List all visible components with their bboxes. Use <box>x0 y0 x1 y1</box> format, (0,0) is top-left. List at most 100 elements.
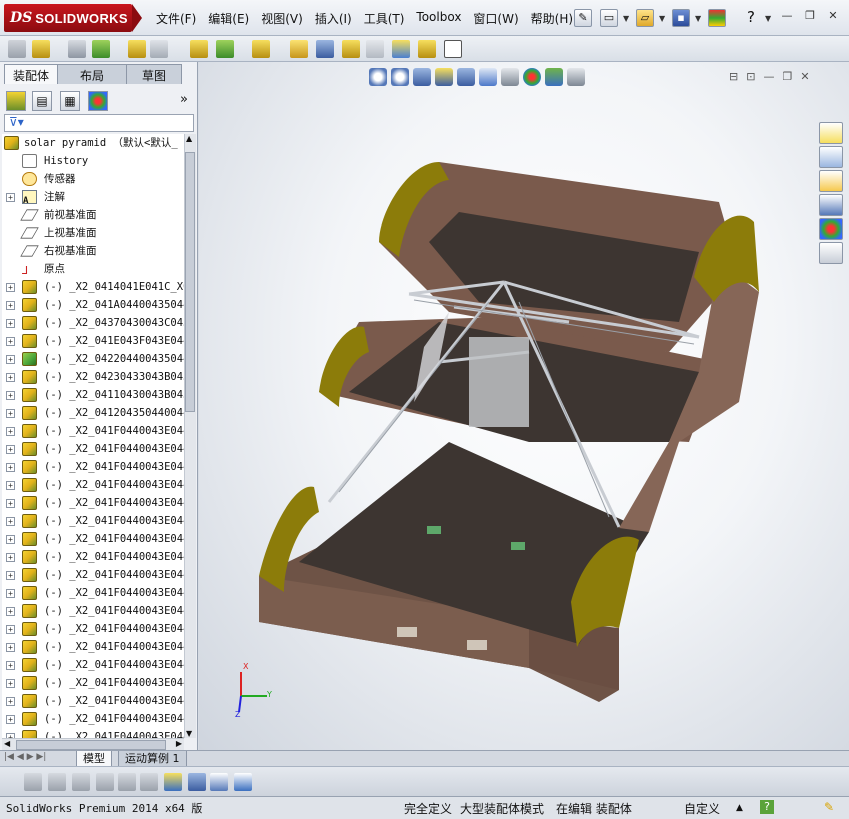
play-from-start-icon[interactable] <box>48 773 66 791</box>
expand-icon[interactable]: + <box>6 319 15 328</box>
units-dropdown-icon[interactable]: ▲ <box>736 803 743 813</box>
solidworks-resources-icon[interactable] <box>819 122 843 144</box>
tree-item[interactable]: + (-) _X2_041F0440043E044 <box>2 476 184 494</box>
status-units-custom[interactable]: 自定义 <box>684 800 720 817</box>
open-dropdown-icon[interactable]: ▼ <box>659 14 665 23</box>
tree-item[interactable]: + (-) _X2_041F0440043E044 <box>2 548 184 566</box>
new-dropdown-icon[interactable]: ▼ <box>623 14 629 23</box>
linear-pattern-icon[interactable] <box>92 40 110 58</box>
quick-tips-help-icon[interactable]: ? <box>760 800 774 814</box>
view-palette-icon[interactable] <box>819 194 843 216</box>
minimize-button[interactable]: — <box>780 9 794 23</box>
expand-icon[interactable]: + <box>6 679 15 688</box>
clearance-verification-icon[interactable] <box>418 40 436 58</box>
scroll-down-icon[interactable]: ▼ <box>186 729 192 738</box>
tree-item[interactable]: + (-) _X2_041F0440043E044 <box>2 710 184 728</box>
tree-item[interactable]: + (-) _X2_041F0440043E044 <box>2 656 184 674</box>
tree-item[interactable]: + (-) _X2_04110430043B043 <box>2 386 184 404</box>
tree-horizontal-scroll-thumb[interactable] <box>16 740 166 750</box>
custom-properties-icon[interactable] <box>819 242 843 264</box>
save-dropdown-icon[interactable]: ▼ <box>695 14 701 23</box>
tree-item[interactable]: + (-) _X2_041F0440043E044 <box>2 494 184 512</box>
tree-item[interactable]: + (-) _X2_041F0440043E044 <box>2 566 184 584</box>
expand-icon[interactable]: + <box>6 427 15 436</box>
expand-icon[interactable]: + <box>6 643 15 652</box>
tree-item[interactable]: + A 注解 <box>2 188 184 206</box>
insert-components-icon[interactable] <box>8 40 26 58</box>
open-icon[interactable]: ▱ <box>636 9 654 27</box>
assembly-features-icon[interactable] <box>216 40 234 58</box>
tree-item[interactable]: + (-) _X2_041F0440043E044 <box>2 692 184 710</box>
tree-item[interactable]: + (-) _X2_041F0440043E044 <box>2 584 184 602</box>
help-icon[interactable]: ? <box>742 9 760 27</box>
results-plots-icon[interactable] <box>164 773 182 791</box>
tree-item[interactable]: History <box>2 152 184 170</box>
feature-manager-icon[interactable] <box>6 91 26 111</box>
filter-icon[interactable]: ⊽▾ <box>9 115 24 129</box>
expand-icon[interactable]: + <box>6 535 15 544</box>
appearances-icon[interactable] <box>819 218 843 240</box>
expand-icon[interactable]: + <box>6 589 15 598</box>
tree-item[interactable]: + (-) _X2_0414041E041C_X0 <box>2 278 184 296</box>
tab-layout[interactable]: 布局 <box>57 64 128 84</box>
tab-nav-arrows-icon[interactable]: |◀ ◀ ▶ ▶| <box>4 752 46 762</box>
menu-help[interactable]: 帮助(H) <box>525 8 579 29</box>
display-manager-icon[interactable] <box>88 91 108 111</box>
expand-icon[interactable]: + <box>6 355 15 364</box>
play-icon[interactable] <box>72 773 90 791</box>
expand-icon[interactable]: + <box>6 409 15 418</box>
configuration-manager-icon[interactable]: ▦ <box>60 91 80 111</box>
tab-assembly[interactable]: 装配体 <box>4 64 59 84</box>
explode-line-sketch-icon[interactable] <box>366 40 384 58</box>
menu-view[interactable]: 视图(V) <box>255 8 309 29</box>
move-component-icon[interactable] <box>150 40 168 58</box>
scroll-up-icon[interactable]: ▲ <box>186 134 192 143</box>
motion-study-properties-icon[interactable] <box>188 773 206 791</box>
tree-item[interactable]: + (-) _X2_041F0440043E044 <box>2 620 184 638</box>
tree-item[interactable]: + (-) _X2_041F0440043E044 <box>2 440 184 458</box>
expand-panel-chevron-icon[interactable]: » <box>180 92 188 107</box>
help-dropdown-icon[interactable]: ▼ <box>765 14 771 23</box>
tree-horizontal-scrollbar[interactable]: ◀ ▶ <box>2 738 184 750</box>
tree-item[interactable]: + (-) _X2_04370430043C043 <box>2 314 184 332</box>
expand-icon[interactable]: + <box>6 499 15 508</box>
smart-fasteners-icon[interactable] <box>128 40 146 58</box>
menu-toolbox[interactable]: Toolbox <box>410 8 467 29</box>
tree-item[interactable]: + (-) _X2_041F0440043E044 <box>2 530 184 548</box>
scroll-right-icon[interactable]: ▶ <box>176 739 182 748</box>
tree-item[interactable]: + (-) _X2_041F0440043E044 <box>2 512 184 530</box>
save-animation-icon[interactable] <box>140 773 158 791</box>
tree-root-assembly[interactable]: solar pyramid （默认<默认_ <box>2 134 184 152</box>
expand-icon[interactable]: + <box>6 373 15 382</box>
tree-item[interactable]: + (-) _X2_042204400435044 <box>2 350 184 368</box>
expand-icon[interactable]: + <box>6 193 15 202</box>
tree-item[interactable]: + (-) _X2_04230433043B043 <box>2 368 184 386</box>
menu-window[interactable]: 窗口(W) <box>467 8 524 29</box>
menu-edit[interactable]: 编辑(E) <box>202 8 255 29</box>
expand-icon[interactable]: + <box>6 337 15 346</box>
property-manager-icon[interactable]: ▤ <box>32 91 52 111</box>
new-motion-study-icon[interactable] <box>290 40 308 58</box>
expand-icon[interactable]: + <box>6 283 15 292</box>
expand-icon[interactable]: + <box>6 553 15 562</box>
pin-icon[interactable]: ✎ <box>574 9 592 27</box>
expand-icon[interactable]: + <box>6 463 15 472</box>
mate-icon[interactable] <box>68 40 86 58</box>
tree-item[interactable]: + (-) _X2_041F0440043E044 <box>2 728 184 738</box>
tree-item[interactable]: + (-) _X2_041F0440043E044 <box>2 602 184 620</box>
exploded-view-icon[interactable] <box>342 40 360 58</box>
tree-item[interactable]: 传感器 <box>2 170 184 188</box>
new-part-icon[interactable] <box>32 40 50 58</box>
menu-insert[interactable]: 插入(I) <box>309 8 358 29</box>
interference-detection-icon[interactable] <box>392 40 410 58</box>
tab-sketch[interactable]: 草图 <box>126 64 183 84</box>
restore-button[interactable]: ❐ <box>803 9 817 23</box>
expand-icon[interactable]: + <box>6 625 15 634</box>
menu-tools[interactable]: 工具(T) <box>358 8 411 29</box>
playback-mode-icon[interactable] <box>118 773 136 791</box>
expand-icon[interactable]: + <box>6 571 15 580</box>
tree-item[interactable]: + (-) _X2_041A04400435044 <box>2 296 184 314</box>
tree-item[interactable]: + (-) _X2_041E043F043E044 <box>2 332 184 350</box>
expand-icon[interactable]: + <box>6 391 15 400</box>
file-explorer-icon[interactable] <box>819 170 843 192</box>
